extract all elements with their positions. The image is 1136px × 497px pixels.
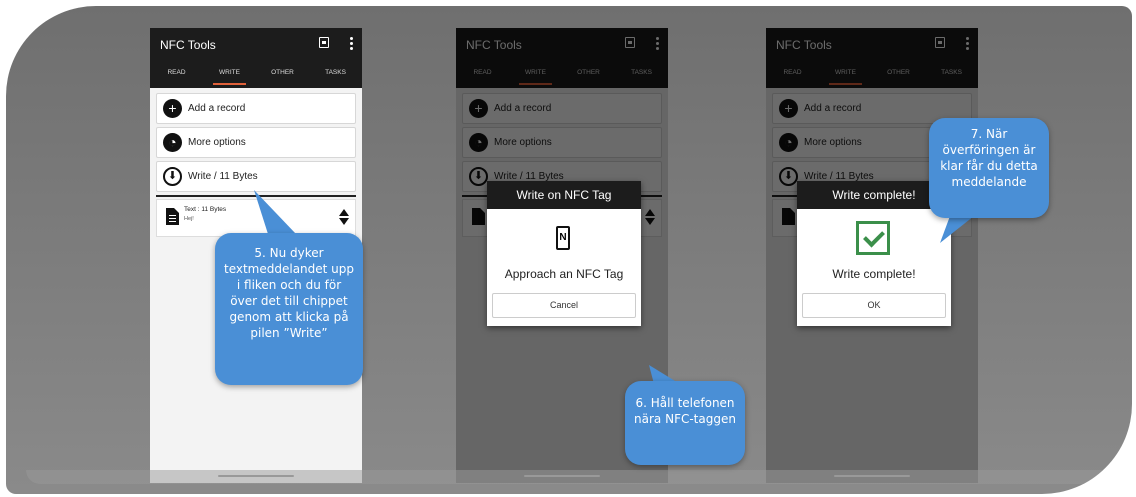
dialog-message: Approach an NFC Tag <box>504 267 624 281</box>
dialog-title: Write on NFC Tag <box>487 181 641 209</box>
phone-screen-3: NFC Tools READ WRITE OTHER TASKS + Add a… <box>766 28 978 483</box>
callout-step-7: 7. När överföringen är klar får du detta… <box>929 118 1049 218</box>
callout-step-5: 5. Nu dyker textmeddelandet upp i fliken… <box>215 233 363 385</box>
text-record-item[interactable]: Text : 11 Bytes Hej! <box>156 199 356 237</box>
add-record-label: Add a record <box>188 103 246 114</box>
home-indicator <box>524 475 600 477</box>
dialog-message: Write complete! <box>832 267 916 281</box>
tab-read[interactable]: READ <box>150 67 203 88</box>
reorder-handle-icon[interactable] <box>339 209 349 225</box>
checkmark-icon <box>856 221 890 255</box>
record-value: Hej! <box>184 216 194 222</box>
more-options-label: More options <box>188 137 246 148</box>
tab-write[interactable]: WRITE <box>203 67 256 88</box>
add-record-button[interactable]: + Add a record <box>156 93 356 124</box>
ok-button[interactable]: OK <box>802 293 946 318</box>
cancel-button[interactable]: Cancel <box>492 293 636 318</box>
wrench-icon: ◔ <box>163 133 182 152</box>
calendar-icon[interactable] <box>319 37 329 48</box>
write-complete-dialog: Write complete! Write complete! OK <box>797 181 951 326</box>
callout-step-6: 6. Håll telefonen nära NFC-taggen <box>625 381 745 465</box>
app-title: NFC Tools <box>160 38 216 52</box>
record-type: Text : 11 Bytes <box>184 206 227 213</box>
document-icon <box>166 208 179 225</box>
slide-background: NFC Tools READ WRITE OTHER TASKS + Add a… <box>6 6 1132 494</box>
more-options-button[interactable]: ◔ More options <box>156 127 356 158</box>
tab-other[interactable]: OTHER <box>256 67 309 88</box>
download-arrow-icon: ⬇ <box>163 167 182 186</box>
dialog-title: Write complete! <box>797 181 951 209</box>
write-label: Write / 11 Bytes <box>188 171 258 182</box>
app-bar: NFC Tools READ WRITE OTHER TASKS <box>150 28 362 88</box>
nfc-phone-icon: N <box>553 226 575 252</box>
tab-bar: READ WRITE OTHER TASKS <box>150 67 362 88</box>
home-indicator <box>218 475 294 477</box>
write-button[interactable]: ⬇ Write / 11 Bytes <box>156 161 356 192</box>
home-indicator <box>834 475 910 477</box>
tab-tasks[interactable]: TASKS <box>309 67 362 88</box>
write-tag-dialog: Write on NFC Tag N Approach an NFC Tag C… <box>487 181 641 326</box>
more-vert-icon[interactable] <box>350 37 354 50</box>
divider <box>156 195 356 197</box>
plus-icon: + <box>163 99 182 118</box>
